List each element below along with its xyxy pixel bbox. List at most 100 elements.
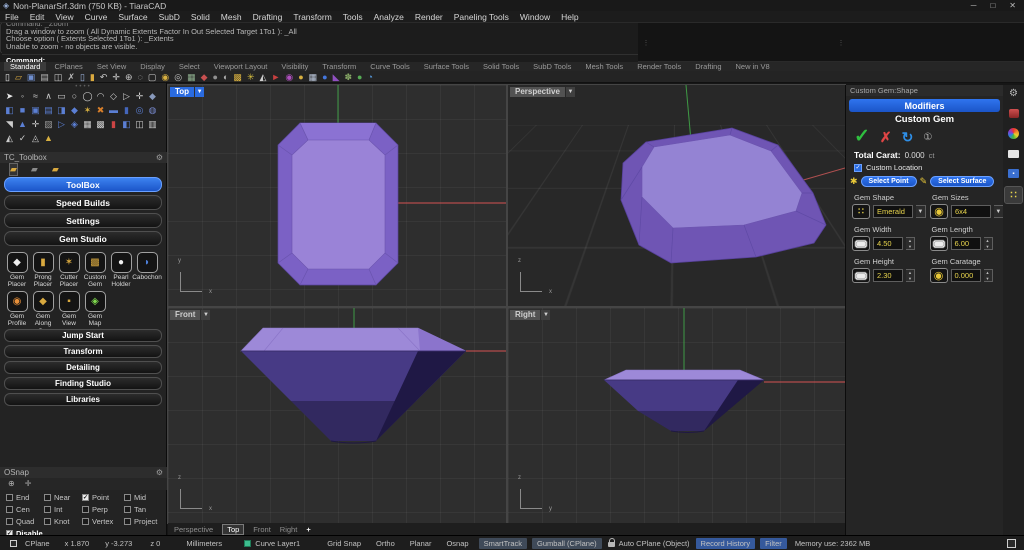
palette-tool-icon[interactable]: ✶ [81,103,94,117]
palette-tool-icon[interactable]: ▦ [81,117,94,131]
palette-tool-icon[interactable]: ◦ [16,89,29,103]
osnap-panel-header[interactable]: OSnap ⚙ [0,467,167,478]
units-indicator[interactable]: Millimeters [186,539,222,548]
viewport-right-label[interactable]: Right▼ [510,310,550,320]
toolbar-tab[interactable]: Viewport Layout [208,62,274,71]
gem-caratage-stepper[interactable]: ▲▼ [984,269,993,282]
toolbar-tab[interactable]: Drafting [689,62,727,71]
toolbar-icon[interactable]: ⊕ [125,72,133,82]
toolbox-section-button[interactable]: Jump Start [4,329,162,342]
palette-tool-icon[interactable]: ✛ [29,117,42,131]
viewport-top-label[interactable]: Top▼ [170,87,204,97]
toolbar-icon[interactable]: ● [298,72,303,82]
palette-tool-icon[interactable]: ▤ [42,103,55,117]
palette-tool-icon[interactable]: ○ [68,89,81,103]
osnap-option[interactable]: Knot [44,517,82,526]
info-icon[interactable]: ① [923,132,932,143]
tc-toolbox-panel-header[interactable]: TC_Toolbox ⚙ [0,152,167,163]
osnap-option[interactable]: End [6,493,44,502]
status-toggle[interactable]: Grid Snap [322,538,366,549]
checkbox[interactable] [6,494,13,501]
toolbar-icon[interactable]: ◫ [54,72,63,82]
toolbar-icon[interactable]: ● [322,72,327,82]
toolbox-nav-button[interactable]: Speed Builds [4,195,162,210]
menu-item[interactable]: File [5,12,19,22]
osnap-option[interactable]: Perp [82,505,124,514]
toolbar-icon[interactable]: ► [271,72,280,82]
auto-cplane-toggle[interactable]: Auto CPlane (Object) [619,539,690,548]
palette-tool-icon[interactable]: ▷ [55,117,68,131]
menu-item[interactable]: View [55,12,73,22]
menu-item[interactable]: Help [561,12,578,22]
gem-tool-button[interactable]: ◆ Gem Placer [4,252,30,289]
toolbar-icon[interactable]: ▦ [187,72,196,82]
viewport-perspective-label[interactable]: Perspective▼ [510,87,575,97]
folder-tab-icon[interactable]: ▰ [52,164,59,175]
menu-item[interactable]: Analyze [374,12,404,22]
gem-width-stepper[interactable]: ▲▼ [906,237,915,250]
palette-tool-icon[interactable]: ✖ [94,103,107,117]
toolbar-icon[interactable]: ↶ [100,72,108,82]
toolbar-icon[interactable]: ◉ [161,72,169,82]
checkbox[interactable] [82,506,89,513]
menu-item[interactable]: Window [520,12,550,22]
toolbar-icon[interactable]: ▱ [15,72,22,82]
toolbar-icon[interactable]: ▣ [27,72,36,82]
osnap-option[interactable]: Int [44,505,82,514]
checkbox[interactable] [124,506,131,513]
maximize-button[interactable]: □ [990,1,995,10]
toolbar-icon[interactable]: ▦ [309,72,318,82]
toolbar-tab[interactable]: Display [134,62,171,71]
panel-grip[interactable]: ⋮ [839,29,843,57]
toolbar-icon[interactable]: ✳ [247,72,255,82]
palette-tool-icon[interactable]: ≈ [29,89,42,103]
gem-tool-button[interactable]: ● Pearl Holder [108,252,134,289]
toolbar-tab[interactable]: Curve Tools [364,62,415,71]
folder-tab-icon[interactable]: ▰ [31,164,38,175]
toolbar-tab[interactable]: CPlanes [48,62,88,71]
palette-tool-icon[interactable]: ◎ [133,103,146,117]
palette-tool-icon[interactable]: ◈ [68,117,81,131]
status-corner-icon[interactable] [1007,539,1016,548]
toolbox-nav-button[interactable]: Gem Studio [4,231,162,246]
checkbox[interactable] [82,494,89,501]
palette-tool-icon[interactable]: ◭ [3,131,16,145]
palette-tool-icon[interactable]: ▲ [42,131,55,145]
palette-tool-icon[interactable]: ▲ [16,117,29,131]
palette-tool-icon[interactable]: ◯ [81,89,94,103]
toolbar-tab[interactable]: Transform [316,62,362,71]
toolbar-icon[interactable]: ● [357,72,362,82]
chevron-down-icon[interactable]: ▼ [916,205,926,218]
palette-tool-icon[interactable]: ◆ [68,103,81,117]
palette-tool-icon[interactable]: ◧ [120,117,133,131]
palette-tool-icon[interactable]: ◠ [94,89,107,103]
palette-tool-icon[interactable]: ∧ [42,89,55,103]
toolbox-section-button[interactable]: Finding Studio [4,377,162,390]
palette-tool-icon[interactable]: ▣ [29,103,42,117]
osnap-option[interactable]: Project [124,517,168,526]
custom-gem-panel-header[interactable]: Custom Gem:Shape [846,85,1003,96]
menu-item[interactable]: Render [415,12,443,22]
gem-tool-button[interactable]: ▮ Prong Placer [30,252,56,289]
gem-caratage-input[interactable]: 0.000 [951,269,981,282]
gem-tool-button[interactable]: ◗ Cabochon [134,252,160,289]
status-toggle[interactable]: Record History [696,538,756,549]
lock-icon[interactable] [608,542,615,547]
layer-color-swatch[interactable] [244,540,251,547]
toolbar-icon[interactable]: ✛ [112,72,120,82]
status-toggle[interactable]: Filter [760,538,787,549]
toolbar-tab[interactable]: Standard [4,62,46,71]
cplane-indicator[interactable]: CPlane [25,539,50,548]
toolbar-icon[interactable]: ◭ [259,72,266,82]
osnap-tab-icon[interactable]: ⊕ [8,479,15,490]
custom-gem-panel-tab-icon[interactable]: ∷ [1005,187,1022,203]
checkbox[interactable] [82,518,89,525]
menu-item[interactable]: Edit [30,12,45,22]
checkbox[interactable] [6,506,13,513]
viewport-top[interactable]: Top▼ yx [168,85,506,306]
menu-item[interactable]: Mesh [221,12,242,22]
viewport-perspective[interactable]: Perspective▼ zx [508,85,845,306]
viewport-front-label[interactable]: Front▼ [170,310,210,320]
viewport-front[interactable]: Front▼ zx [168,308,506,523]
osnap-option[interactable]: Cen [6,505,44,514]
